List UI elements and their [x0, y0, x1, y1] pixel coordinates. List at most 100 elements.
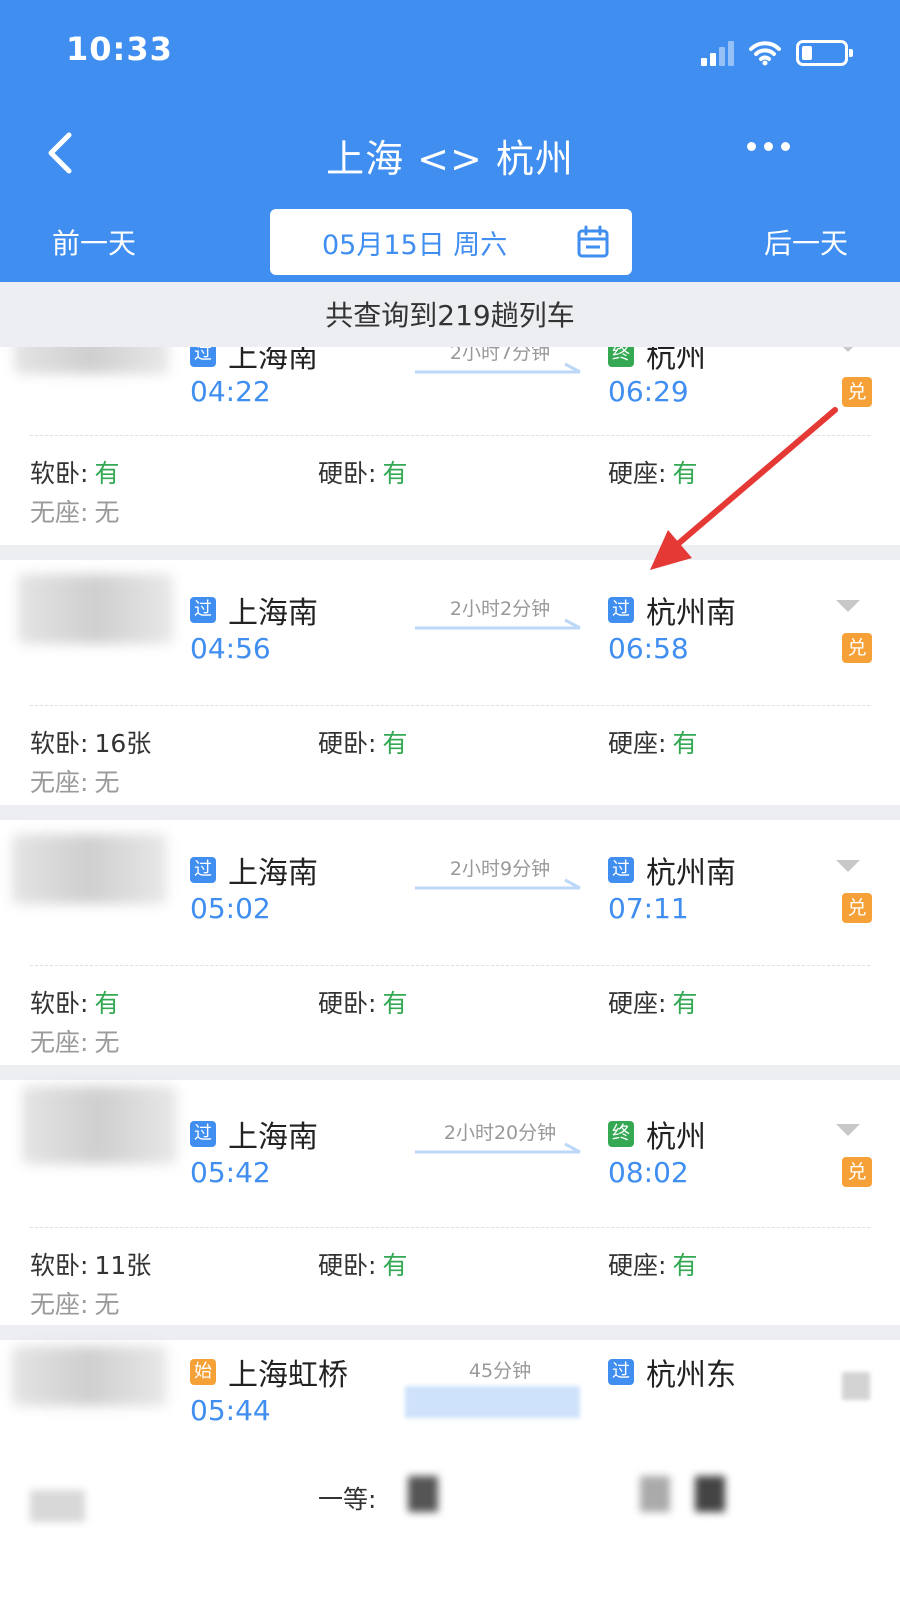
departure-time: 05:02 [190, 892, 271, 925]
status-time: 10:33 [66, 30, 173, 68]
departure-name: 上海南 [228, 1120, 318, 1155]
arrival-time: 08:02 [608, 1156, 689, 1189]
seat-hard-sleeper: 硬卧: 有 [318, 989, 408, 1018]
train-card[interactable]: 过 上海南 05:02 2小时9分钟 过 杭州南 07:11 兑 软卧: 有 硬卧… [0, 820, 900, 1065]
blurred-block [695, 1476, 725, 1512]
duration: 2小时2分钟 [449, 598, 551, 620]
via-tag: 过 [190, 857, 216, 883]
train-card[interactable]: 过 上海南 04:56 2小时2分钟 过 杭州南 06:58 兑 软卧: 16张 … [0, 560, 900, 805]
blurred-block [408, 1476, 438, 1512]
train-number-blurred [12, 1346, 167, 1406]
dot-icon [764, 142, 773, 151]
arrival-name: 杭州东 [646, 1358, 736, 1393]
seat-no-seat: 无座: 无 [30, 1028, 120, 1057]
departure-name: 上海南 [228, 856, 318, 891]
blurred-block [842, 1372, 870, 1400]
departure-time: 05:42 [190, 1156, 271, 1189]
arrival-station: 过 杭州南 [608, 588, 736, 632]
via-tag: 过 [190, 597, 216, 623]
app-header: 10:33 上海 <> 杭州 前一天 05月15日 周六 后一天 [0, 0, 900, 282]
seat-hard-sleeper: 硬卧: 有 [318, 729, 408, 758]
arrival-time: 06:29 [608, 375, 689, 408]
seat-hard-sleeper: 硬卧: 有 [318, 1251, 408, 1280]
departure-time: 04:56 [190, 632, 271, 665]
seat-hard-sleeper: 硬卧: 有 [318, 459, 408, 488]
seat-no-seat: 无座: 无 [30, 498, 120, 527]
dot-icon [781, 142, 790, 151]
seat-hard-seat: 硬座: 有 [608, 459, 698, 488]
seat-soft-sleeper: 软卧: 有 [30, 989, 120, 1018]
seat-soft-sleeper: 软卧: 有 [30, 459, 120, 488]
terminal-tag: 终 [608, 1121, 634, 1147]
arrival-name: 杭州南 [646, 856, 736, 891]
exchange-badge: 兑 [842, 633, 872, 663]
departure-station: 始 上海虹桥 [190, 1350, 348, 1394]
departure-station: 过 上海南 [190, 588, 318, 632]
seat-soft-sleeper: 软卧: 16张 [30, 729, 152, 758]
blurred-block [640, 1476, 670, 1512]
train-card[interactable]: 过 上海南 05:42 2小时20分钟 终 杭州 08:02 兑 软卧: 11张 … [0, 1080, 900, 1325]
via-tag: 过 [608, 857, 634, 883]
seat-hard-seat: 硬座: 有 [608, 989, 698, 1018]
duration-arrow-icon [415, 618, 581, 630]
prev-day-button[interactable]: 前一天 [52, 222, 136, 262]
departure-time: 04:22 [190, 375, 271, 408]
duration: 45分钟 [468, 1360, 532, 1382]
duration: 2小时20分钟 [443, 1122, 557, 1144]
expand-triangle-icon[interactable] [836, 860, 860, 872]
blurred-block [30, 1490, 85, 1522]
expand-triangle-icon[interactable] [836, 600, 860, 612]
departure-time: 05:44 [190, 1394, 271, 1427]
via-tag: 过 [608, 597, 634, 623]
divider [30, 705, 870, 706]
arrival-station: 终 杭州 [608, 1112, 706, 1156]
divider [30, 965, 870, 966]
arrival-time: 07:11 [608, 892, 689, 925]
exchange-badge: 兑 [842, 1157, 872, 1187]
selected-date: 05月15日 周六 [322, 229, 508, 261]
duration: 2小时9分钟 [449, 858, 551, 880]
departure-station: 过 上海南 [190, 1112, 318, 1156]
arrival-station: 过 杭州南 [608, 848, 736, 892]
departure-station: 过 上海南 [190, 848, 318, 892]
arrival-name: 杭州南 [646, 596, 736, 631]
duration-arrow-icon [415, 878, 581, 890]
departure-name: 上海南 [228, 596, 318, 631]
train-number-blurred [12, 834, 167, 904]
wifi-icon [749, 41, 781, 66]
more-options-button[interactable] [747, 142, 790, 151]
divider [30, 1227, 870, 1228]
train-card[interactable]: 始 上海虹桥 05:44 45分钟 过 杭州东 一等: [0, 1340, 900, 1600]
result-count: 共查询到219趟列车 [0, 285, 900, 347]
duration-arrow-icon [415, 1142, 581, 1154]
departure-name: 上海虹桥 [228, 1358, 348, 1393]
origin-tag: 始 [190, 1359, 216, 1385]
train-number-blurred [18, 574, 173, 644]
calendar-icon [577, 225, 609, 258]
seat-soft-sleeper: 软卧: 11张 [30, 1251, 152, 1280]
via-tag: 过 [608, 1359, 634, 1385]
page-title: 上海 <> 杭州 [326, 137, 574, 181]
seat-hard-seat: 硬座: 有 [608, 729, 698, 758]
arrival-name: 杭州 [646, 1120, 706, 1155]
seat-no-seat: 无座: 无 [30, 1290, 120, 1319]
expand-triangle-icon[interactable] [836, 1124, 860, 1136]
exchange-badge: 兑 [842, 377, 872, 407]
date-picker[interactable]: 05月15日 周六 [270, 209, 632, 275]
status-icons [701, 38, 853, 68]
seat-no-seat: 无座: 无 [30, 768, 120, 797]
arrival-time: 06:58 [608, 632, 689, 665]
seat-first-class: 一等: [318, 1485, 377, 1514]
duration-arrow-blurred [405, 1386, 580, 1418]
dot-icon [747, 142, 756, 151]
exchange-badge: 兑 [842, 893, 872, 923]
cellular-signal-icon [701, 40, 734, 66]
via-tag: 过 [190, 1121, 216, 1147]
arrival-station: 过 杭州东 [608, 1350, 736, 1394]
divider [30, 435, 870, 436]
train-number-blurred [22, 1086, 177, 1164]
seat-hard-seat: 硬座: 有 [608, 1251, 698, 1280]
duration-arrow-icon [415, 362, 581, 374]
next-day-button[interactable]: 后一天 [764, 222, 848, 262]
battery-icon [796, 40, 853, 66]
